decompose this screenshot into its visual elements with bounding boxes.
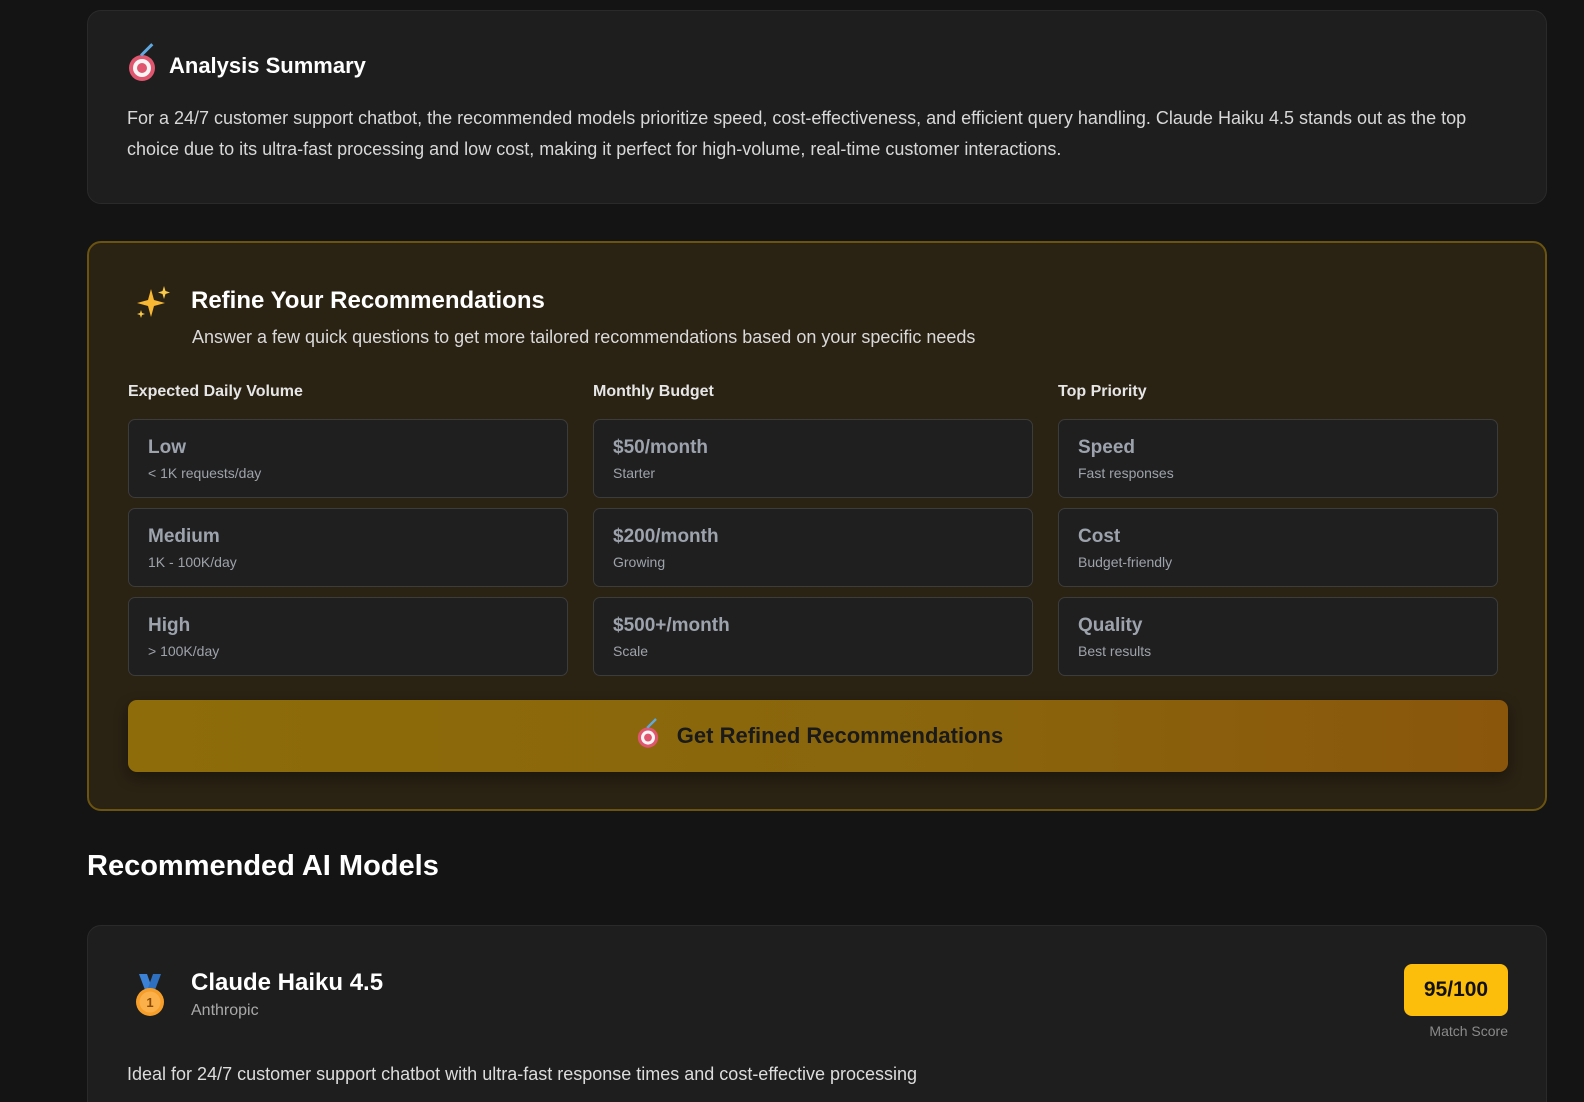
option-description: < 1K requests/day <box>148 465 262 481</box>
option-budget-50[interactable]: $50/month Starter <box>593 419 1033 498</box>
recommended-models-title: Recommended AI Models <box>87 850 439 882</box>
option-description: > 100K/day <box>148 643 220 659</box>
option-title: Medium <box>148 526 220 547</box>
page: Analysis Summary For a 24/7 customer sup… <box>0 0 1584 1102</box>
top-priority-group: Top Priority Speed Fast responses Cost B… <box>1058 383 1498 686</box>
option-description: Fast responses <box>1078 465 1174 481</box>
analysis-summary-text: For a 24/7 customer support chatbot, the… <box>127 108 1467 159</box>
option-title: Quality <box>1078 615 1143 636</box>
option-budget-200[interactable]: $200/month Growing <box>593 508 1033 587</box>
refine-header: Refine Your Recommendations <box>133 283 545 323</box>
option-title: Cost <box>1078 526 1121 547</box>
get-refined-recommendations-button[interactable]: Get Refined Recommendations <box>128 700 1508 772</box>
option-priority-quality[interactable]: Quality Best results <box>1058 597 1498 676</box>
sparkles-icon <box>137 286 170 318</box>
analysis-summary-title: Analysis Summary <box>169 53 366 78</box>
top-priority-label: Top Priority <box>1058 383 1147 400</box>
option-title: $50/month <box>613 437 709 458</box>
option-title: $200/month <box>613 526 719 547</box>
first-place-medal-icon: 1 <box>136 974 164 1016</box>
refine-title: Refine Your Recommendations <box>191 287 545 314</box>
option-title: $500+/month <box>613 615 730 636</box>
target-icon <box>127 43 157 81</box>
match-score-badge: 95/100 <box>1404 964 1508 1016</box>
option-description: 1K - 100K/day <box>148 554 237 570</box>
model-vendor: Anthropic <box>191 1002 259 1019</box>
target-icon <box>636 718 659 748</box>
model-name: Claude Haiku 4.5 <box>191 969 384 996</box>
model-description: Ideal for 24/7 customer support chatbot … <box>127 1064 918 1084</box>
option-description: Growing <box>613 554 666 570</box>
option-description: Budget-friendly <box>1078 554 1173 570</box>
monthly-budget-label: Monthly Budget <box>593 383 714 400</box>
option-title: Low <box>148 437 186 458</box>
option-description: Best results <box>1078 643 1152 659</box>
option-volume-high[interactable]: High > 100K/day <box>128 597 568 676</box>
monthly-budget-group: Monthly Budget $50/month Starter $200/mo… <box>593 383 1033 686</box>
refine-recommendations-card: Refine Your Recommendations Answer a few… <box>87 241 1547 811</box>
option-description: Starter <box>613 465 656 481</box>
daily-volume-group: Expected Daily Volume Low < 1K requests/… <box>128 383 568 686</box>
analysis-summary-card: Analysis Summary For a 24/7 customer sup… <box>87 10 1547 204</box>
option-volume-low[interactable]: Low < 1K requests/day <box>128 419 568 498</box>
option-priority-cost[interactable]: Cost Budget-friendly <box>1058 508 1498 587</box>
analysis-summary-header: Analysis Summary <box>127 43 1507 81</box>
daily-volume-label: Expected Daily Volume <box>128 383 303 400</box>
match-score-label: Match Score <box>1429 1023 1508 1039</box>
option-priority-speed[interactable]: Speed Fast responses <box>1058 419 1498 498</box>
refine-subtitle: Answer a few quick questions to get more… <box>192 327 976 347</box>
svg-text:1: 1 <box>146 995 153 1010</box>
option-volume-medium[interactable]: Medium 1K - 100K/day <box>128 508 568 587</box>
option-description: Scale <box>613 643 649 659</box>
button-label: Get Refined Recommendations <box>676 723 1004 748</box>
option-title: Speed <box>1078 437 1136 458</box>
model-card[interactable]: 1 Claude Haiku 4.5 Anthropic 95/100 Matc… <box>87 925 1547 1102</box>
option-title: High <box>148 615 191 636</box>
option-budget-500-plus[interactable]: $500+/month Scale <box>593 597 1033 676</box>
